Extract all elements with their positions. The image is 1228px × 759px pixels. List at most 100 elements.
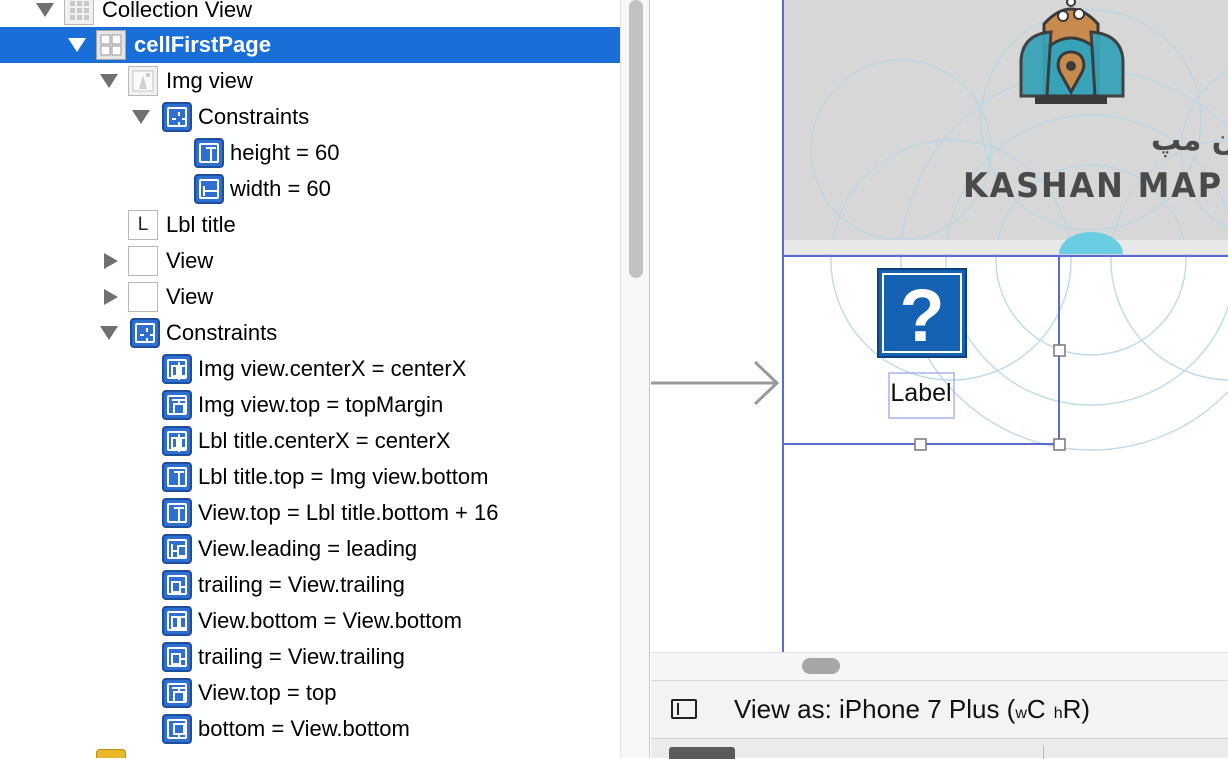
disclosure-triangle-icon[interactable] bbox=[100, 324, 118, 342]
outline-row-label: Lbl title bbox=[166, 212, 236, 237]
outline-row-width-constraint[interactable]: width = 60 bbox=[0, 171, 620, 207]
canvas-horizontal-scrollbar[interactable] bbox=[651, 652, 1228, 680]
view-as-suffix: ) bbox=[1081, 694, 1091, 724]
label-icon: L bbox=[128, 210, 158, 240]
outline-row-label: Img view bbox=[166, 68, 253, 93]
resize-handle bbox=[914, 438, 927, 451]
center-x-constraint-icon bbox=[162, 426, 192, 456]
resize-handle bbox=[1053, 438, 1066, 451]
h-size-class: R bbox=[1062, 694, 1082, 724]
flow-layout-icon bbox=[96, 749, 126, 758]
outline-row-constraint[interactable]: Img view.centerX = centerX bbox=[0, 351, 620, 387]
constraints-icon bbox=[162, 102, 192, 132]
cell-label[interactable]: Label bbox=[890, 379, 951, 407]
view-icon bbox=[128, 282, 158, 312]
disclosure-triangle-icon[interactable] bbox=[102, 288, 120, 306]
question-mark-icon[interactable]: ? bbox=[877, 268, 967, 358]
resize-handle bbox=[1053, 344, 1066, 357]
outline-row-lbl-title[interactable]: L Lbl title bbox=[0, 207, 620, 243]
outline-row-constraint[interactable]: bottom = View.bottom bbox=[0, 711, 620, 747]
outline-row-constraint[interactable]: View.bottom = View.bottom bbox=[0, 603, 620, 639]
outline-row-height-constraint[interactable]: height = 60 bbox=[0, 135, 620, 171]
outline-row-img-view[interactable]: Img view bbox=[0, 63, 620, 99]
outline-row-view[interactable]: View bbox=[0, 279, 620, 315]
view-as-device-button[interactable]: View as: iPhone 7 Plus (wC hR) bbox=[734, 694, 1090, 725]
disclosure-triangle-icon[interactable] bbox=[132, 108, 150, 126]
w-size-class-prefix: w bbox=[1015, 705, 1027, 722]
outline-row-cell-first-page[interactable]: cellFirstPage bbox=[0, 27, 620, 63]
outline-scrollbar[interactable] bbox=[620, 0, 650, 758]
outline-row-label: Constraints bbox=[198, 104, 310, 129]
height-constraint-icon bbox=[194, 138, 224, 168]
outline-row-constraint[interactable]: View.leading = leading bbox=[0, 531, 620, 567]
logo-persian-text: کاشان مپ bbox=[1151, 123, 1228, 158]
canvas-status-bar: View as: iPhone 7 Plus (wC hR) bbox=[651, 680, 1228, 738]
outline-row-constraints[interactable]: Constraints bbox=[0, 315, 620, 351]
outline-row-collection-view[interactable]: Collection View bbox=[0, 0, 620, 28]
storyboard-canvas[interactable]: کاشان مپ KASHAN MAP ? Label bbox=[651, 0, 1228, 652]
outline-row-label: Collection View bbox=[102, 0, 253, 22]
device-bar bbox=[651, 738, 1228, 759]
width-constraint-icon bbox=[194, 174, 224, 204]
outline-row-label: height = 60 bbox=[230, 140, 340, 165]
outline-row-label: trailing = View.trailing bbox=[198, 572, 405, 597]
outline-row-constraint[interactable]: View.top = top bbox=[0, 675, 620, 711]
constraints-icon bbox=[130, 318, 160, 348]
disclosure-triangle-icon[interactable] bbox=[100, 72, 118, 90]
outline-row-label: View bbox=[166, 248, 214, 273]
w-size-class: C bbox=[1026, 694, 1046, 724]
device-tab[interactable] bbox=[669, 747, 735, 759]
trailing-constraint-icon bbox=[162, 570, 192, 600]
outline-row-label: Lbl title.centerX = centerX bbox=[198, 428, 451, 453]
image-view-icon bbox=[128, 66, 158, 96]
disclosure-triangle-icon[interactable] bbox=[36, 1, 54, 19]
view-icon bbox=[128, 246, 158, 276]
canvas-scrollbar-thumb[interactable] bbox=[802, 658, 840, 674]
grid-icon bbox=[64, 0, 94, 25]
outline-row-constraint[interactable]: Lbl title.centerX = centerX bbox=[0, 423, 620, 459]
outline-row-label: Img view.centerX = centerX bbox=[198, 356, 467, 381]
outline-scrollbar-thumb[interactable] bbox=[629, 0, 643, 278]
trailing-constraint-icon bbox=[162, 642, 192, 672]
top-constraint-icon bbox=[162, 390, 192, 420]
outline-row-constraint[interactable]: trailing = View.trailing bbox=[0, 567, 620, 603]
outline-row-view[interactable]: View bbox=[0, 243, 620, 279]
vertical-spacing-constraint-icon bbox=[162, 462, 192, 492]
outline-row-label: Constraints bbox=[166, 320, 278, 345]
view-as-label: View as: iPhone 7 Plus ( bbox=[734, 694, 1016, 724]
top-constraint-icon bbox=[162, 678, 192, 708]
outline-row-label: width = 60 bbox=[230, 176, 331, 201]
bottom-constraint-icon bbox=[162, 606, 192, 636]
h-size-class-prefix: h bbox=[1053, 705, 1063, 722]
outline-row-label: bottom = View.bottom bbox=[198, 716, 410, 741]
toggle-outline-icon[interactable] bbox=[671, 699, 697, 719]
outline-row-label: Lbl title.top = Img view.bottom bbox=[198, 464, 489, 489]
outline-row-constraints[interactable]: Constraints bbox=[0, 99, 620, 135]
outline-row-flow-layout[interactable] bbox=[0, 746, 620, 758]
outline-row-label: View.top = Lbl title.bottom + 16 bbox=[198, 500, 499, 525]
leading-constraint-icon bbox=[162, 534, 192, 564]
outline-row-label: trailing = View.trailing bbox=[198, 644, 405, 669]
outline-row-constraint[interactable]: trailing = View.trailing bbox=[0, 639, 620, 675]
divider bbox=[1043, 745, 1044, 759]
outline-row-label: cellFirstPage bbox=[134, 32, 271, 57]
disclosure-triangle-icon[interactable] bbox=[68, 36, 86, 54]
disclosure-triangle-icon[interactable] bbox=[102, 252, 120, 270]
segue-arrow-icon bbox=[651, 360, 780, 406]
outline-row-label: View.leading = leading bbox=[198, 536, 418, 561]
outline-row-label: View bbox=[166, 284, 214, 309]
bottom-constraint-icon bbox=[162, 714, 192, 744]
cell-icon bbox=[96, 30, 126, 60]
logo-text: KASHAN MAP bbox=[963, 166, 1223, 206]
outline-row-label: Img view.top = topMargin bbox=[198, 392, 444, 417]
outline-row-constraint[interactable]: Img view.top = topMargin bbox=[0, 387, 620, 423]
outline-row-constraint[interactable]: Lbl title.top = Img view.bottom bbox=[0, 459, 620, 495]
outline-row-label: View.top = top bbox=[198, 680, 337, 705]
svg-text:?: ? bbox=[899, 274, 944, 357]
outline-row-constraint[interactable]: View.top = Lbl title.bottom + 16 bbox=[0, 495, 620, 531]
center-x-constraint-icon bbox=[162, 354, 192, 384]
outline-row-label: View.bottom = View.bottom bbox=[198, 608, 462, 633]
document-outline: Collection View cellFirstPage Img view C… bbox=[0, 0, 620, 758]
header-image: کاشان مپ KASHAN MAP bbox=[783, 0, 1228, 451]
vertical-spacing-constraint-icon bbox=[162, 498, 192, 528]
